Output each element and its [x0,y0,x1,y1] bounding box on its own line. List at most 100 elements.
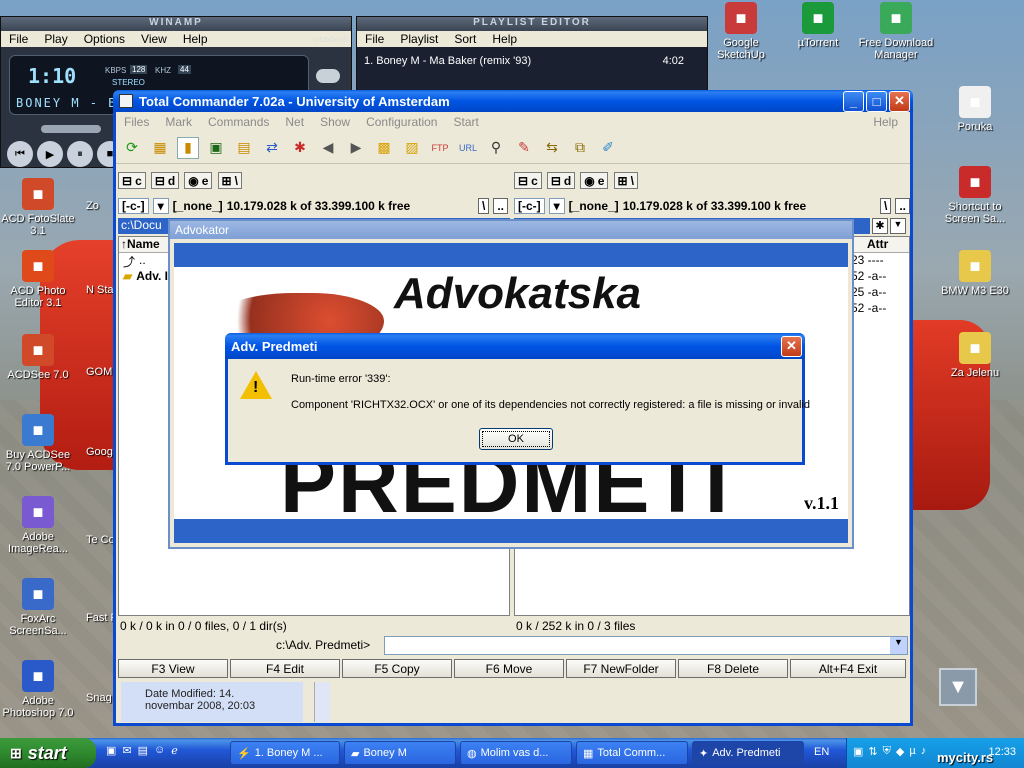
shield-icon[interactable]: ⛨ [883,745,891,758]
minimize-icon[interactable]: _ [843,90,864,112]
tc-menu-commands[interactable]: Commands [200,115,277,129]
unpack-icon[interactable]: ▨ [401,137,423,159]
thumbnail-icon[interactable]: ▣ [205,137,227,159]
dialog-titlebar[interactable]: Adv. Predmeti ✕ [225,333,805,359]
task-total-commander[interactable]: ▦ Total Comm... [576,741,688,765]
desktop-shortcut[interactable]: ■ Shortcut to Screen Sa... [937,166,1013,225]
advokator-title[interactable]: Advokator [170,221,852,239]
f3-view-button[interactable]: F3 View [118,659,228,678]
tc-titlebar[interactable]: Total Commander 7.02a - University of Am… [113,90,913,112]
desktop-shortcut-label[interactable]: Snag [86,692,116,704]
desktop-shortcut[interactable]: ■ Buy ACDSee 7.0 PowerP... [0,414,76,473]
task-adv-predmeti[interactable]: ✦ Adv. Predmeti [692,741,804,765]
tc-menu-start[interactable]: Start [445,115,486,129]
utorrent-tray-icon[interactable]: µ [909,745,915,758]
winamp-video-vis[interactable]: VIDEO/VIS [313,37,348,44]
winamp-toggle[interactable] [316,69,340,83]
desktop-shortcut[interactable]: ■ Free Download Manager [858,2,934,61]
pause-icon[interactable]: ⏸ [67,141,93,167]
maximize-icon[interactable]: □ [866,90,887,112]
left-drive-c[interactable]: ⊟ c [118,172,146,189]
desktop-shortcut[interactable]: ■ µTorrent [780,2,856,49]
desktop-shortcut[interactable]: ■ ACDSee 7.0 [0,334,76,381]
task-boney-folder[interactable]: ▰ Boney M [344,741,456,765]
notepad-icon[interactable]: ✐ [597,137,619,159]
outlook-icon[interactable]: ✉ [122,744,131,757]
playlist-menu-playlist[interactable]: Playlist [392,32,446,46]
network-icon[interactable]: ⇅ [868,745,877,758]
f4-edit-button[interactable]: F4 Edit [230,659,340,678]
exit-button[interactable]: Alt+F4 Exit [790,659,906,678]
right-drive-e[interactable]: ◉ e [580,172,609,189]
desktop-shortcut[interactable]: ■ Google SketchUp [703,2,779,61]
messenger-icon[interactable]: ☺ [154,744,165,757]
ok-button[interactable]: OK [479,428,553,450]
desktop-shortcut-label[interactable]: Te Comm [86,534,116,546]
back-icon[interactable]: ◀ [317,137,339,159]
winamp-menu-options[interactable]: Options [76,32,133,46]
ie-icon[interactable]: ℯ [171,744,178,757]
desktop-shortcut[interactable]: ■ Adobe ImageRea... [0,496,76,555]
left-drive-e[interactable]: ◉ e [184,172,213,189]
right-drive-d[interactable]: ⊟ d [546,172,576,189]
winamp-menu-play[interactable]: Play [36,32,75,46]
forward-icon[interactable]: ▶ [345,137,367,159]
desktop-shortcut-label[interactable]: GOM [86,366,116,378]
close-icon[interactable]: ✕ [889,90,910,112]
tc-menu-mark[interactable]: Mark [157,115,200,129]
f5-copy-button[interactable]: F5 Copy [342,659,452,678]
desktop-icon[interactable]: ▣ [106,744,116,757]
find-icon[interactable]: ⚲ [485,137,507,159]
winamp-menu-help[interactable]: Help [175,32,216,46]
desktop-shortcut[interactable]: ■ FoxArc ScreenSa... [0,578,76,637]
playlist-title[interactable]: PLAYLIST EDITOR [357,17,707,31]
start-button[interactable]: ⊞ start [0,738,96,768]
playlist-track-row[interactable]: 1. Boney M - Ma Baker (remix '93) 4:02 [361,55,687,73]
right-up-button[interactable]: .. [895,198,910,214]
winamp-title[interactable]: WINAMP [1,17,351,31]
sync-dirs-icon[interactable]: ⇆ [541,137,563,159]
desktop-shortcut[interactable]: ■ ACD Photo Editor 3.1 [0,250,76,309]
winamp-menu-file[interactable]: File [1,32,36,46]
winamp-seek-bar[interactable] [41,125,101,133]
desktop-shortcut[interactable]: ■ ACD FotoSlate 3.1 [0,178,76,237]
right-drive-c[interactable]: ⊟ c [514,172,542,189]
right-root-button[interactable]: \ [879,198,892,214]
f6-move-button[interactable]: F6 Move [454,659,564,678]
tc-menu-net[interactable]: Net [277,115,312,129]
tree-icon[interactable]: ▤ [233,137,255,159]
desktop-shortcut[interactable]: ■ Za Jelenu [937,332,1013,379]
monitor-icon[interactable]: ▣ [853,745,863,758]
copy-names-icon[interactable]: ⧉ [569,137,591,159]
playlist-menu-help[interactable]: Help [484,32,525,46]
ftp-icon[interactable]: FTP [429,137,451,159]
right-drive-select[interactable]: [-c-] [514,198,545,214]
left-up-button[interactable]: .. [493,198,508,214]
select-wand-icon[interactable]: ✱ [289,137,311,159]
task-winamp[interactable]: ⚡ 1. Boney M ... [230,741,340,765]
left-drive-select[interactable]: [-c-] [118,198,149,214]
tc-menu-show[interactable]: Show [312,115,358,129]
playlist-menu-file[interactable]: File [357,32,392,46]
url-icon[interactable]: URL [457,137,479,159]
history-icon[interactable]: ✱ [872,218,888,234]
chevron-down-icon[interactable]: ▼ [890,637,907,654]
error-dialog[interactable]: Adv. Predmeti ✕ ! Run-time error '339': … [225,333,810,465]
antivirus-icon[interactable]: ◆ [896,745,904,758]
details-scrollbar[interactable] [314,682,330,722]
close-icon[interactable]: ✕ [781,335,802,357]
tc-menu-help[interactable]: Help [865,115,906,129]
chevron-down-icon[interactable]: ▾ [152,198,169,214]
recycle-bin-icon[interactable]: ▼ [939,668,977,706]
invert-selection-icon[interactable]: ⇄ [261,137,283,159]
command-line-input[interactable]: ▼ [384,636,908,655]
multi-rename-icon[interactable]: ✎ [513,137,535,159]
tc-menu-configuration[interactable]: Configuration [358,115,445,129]
left-root-button[interactable]: \ [477,198,490,214]
play-icon[interactable]: ▶ [37,141,63,167]
left-drive-network[interactable]: ⊞ \ [217,172,242,189]
prev-icon[interactable]: ⏮ [7,141,33,167]
brief-view-icon[interactable]: ▦ [149,137,171,159]
desktop-shortcut-label[interactable]: N Start [86,284,116,296]
explorer-icon[interactable]: ▤ [138,744,148,757]
